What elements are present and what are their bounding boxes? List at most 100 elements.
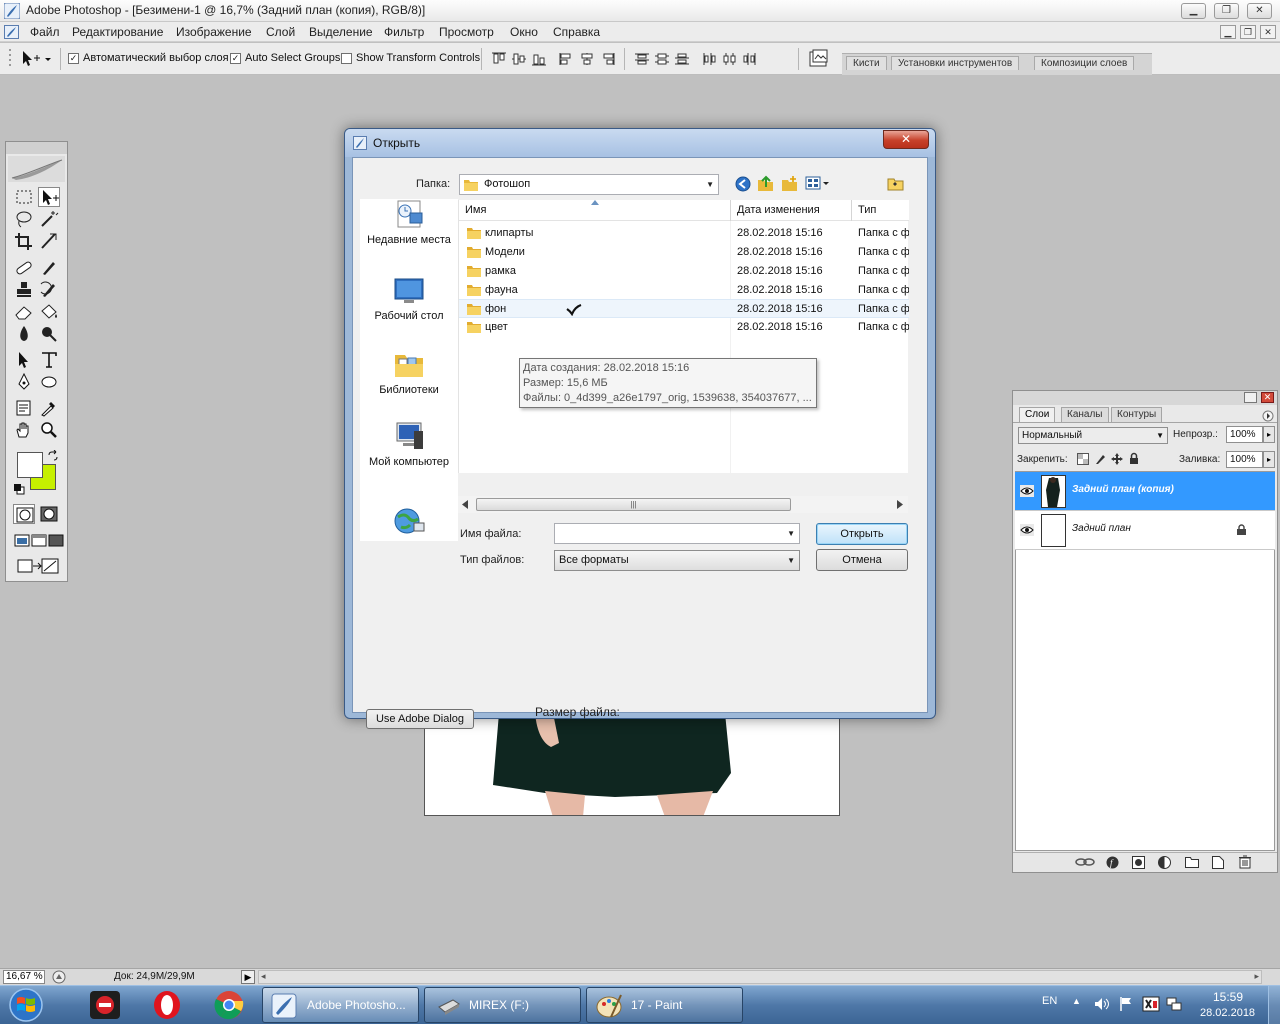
network-icon[interactable]	[1166, 996, 1182, 1012]
doc-close-button[interactable]: ✕	[1260, 25, 1276, 39]
align-bottom-icon[interactable]	[531, 52, 547, 66]
distribute-top-icon[interactable]	[634, 52, 650, 66]
menu-window[interactable]: Окно	[510, 25, 538, 39]
link-layers-icon[interactable]	[1075, 856, 1095, 868]
place-libraries[interactable]: Библиотеки	[360, 349, 458, 397]
align-left-icon[interactable]	[559, 52, 575, 66]
trash-icon[interactable]	[1239, 855, 1251, 869]
new-layer-icon[interactable]	[1212, 856, 1224, 869]
fill-input[interactable]: 100%	[1226, 451, 1263, 468]
menu-help[interactable]: Справка	[553, 25, 600, 39]
status-info-icon[interactable]	[52, 970, 66, 984]
tab-paths[interactable]: Контуры	[1111, 407, 1163, 422]
move-tool-preset-icon[interactable]	[20, 50, 52, 68]
palette-title-bar[interactable]: ✕	[1013, 391, 1277, 405]
notes-tool-icon[interactable]	[13, 398, 35, 418]
list-item[interactable]: цвет 28.02.2018 15:16 Папка с ф	[459, 318, 909, 337]
status-menu-arrow-icon[interactable]: ▶	[241, 970, 255, 984]
opera-icon[interactable]	[151, 989, 183, 1021]
path-selection-tool-icon[interactable]	[13, 350, 35, 370]
distribute-hcenter-icon[interactable]	[722, 52, 738, 66]
menu-layer[interactable]: Слой	[266, 25, 295, 39]
list-item[interactable]: фауна 28.02.2018 15:16 Папка с ф	[459, 281, 909, 300]
menu-file[interactable]: Файл	[30, 25, 60, 39]
file-browser-icon[interactable]	[808, 49, 830, 69]
palette-menu-icon[interactable]	[1262, 410, 1274, 422]
move-tool-icon[interactable]	[38, 187, 60, 207]
view-menu-icon[interactable]	[805, 175, 831, 192]
scroll-right-icon[interactable]	[896, 500, 904, 509]
doc-minimize-button[interactable]: ▁	[1220, 25, 1236, 39]
column-date[interactable]: Дата изменения	[737, 204, 820, 216]
eye-icon[interactable]	[1020, 485, 1034, 497]
clock-date[interactable]: 28.02.2018	[1200, 1007, 1255, 1019]
auto-select-groups-checkbox[interactable]: ✓	[230, 53, 241, 64]
palette-well-tab-tool-presets[interactable]: Установки инструментов	[891, 56, 1020, 70]
screen-mode-full-icon[interactable]	[45, 530, 67, 550]
filetype-select[interactable]: Все форматы ▼	[554, 550, 800, 571]
doc-restore-button[interactable]: ❐	[1240, 25, 1256, 39]
dialog-close-button[interactable]: ✕	[883, 130, 929, 149]
clone-stamp-tool-icon[interactable]	[13, 280, 35, 300]
palette-minimize-button[interactable]	[1244, 392, 1257, 403]
chevron-down-icon[interactable]: ▼	[787, 551, 795, 570]
column-name[interactable]: Имя	[465, 204, 486, 216]
toolbox-title-bar[interactable]	[6, 142, 67, 154]
default-colors-icon[interactable]	[13, 483, 25, 495]
distribute-left-icon[interactable]	[702, 52, 718, 66]
menu-select[interactable]: Выделение	[309, 25, 373, 39]
zoom-tool-icon[interactable]	[38, 420, 60, 440]
brush-tool-icon[interactable]	[38, 258, 60, 278]
new-folder-icon[interactable]	[781, 175, 798, 192]
layer-row-background-copy[interactable]: Задний план (копия)	[1015, 472, 1275, 511]
document-canvas[interactable]	[424, 712, 840, 816]
eyedropper-tool-icon[interactable]	[38, 398, 60, 418]
use-adobe-dialog-button[interactable]: Use Adobe Dialog	[366, 709, 474, 729]
lock-transparent-icon[interactable]	[1077, 453, 1089, 465]
paint-bucket-tool-icon[interactable]	[38, 302, 60, 322]
marquee-tool-icon[interactable]	[13, 187, 35, 207]
tray-expand-icon[interactable]: ▲	[1072, 996, 1081, 1006]
zoom-level-field[interactable]: 16,67 %	[3, 970, 45, 984]
show-transform-checkbox[interactable]	[341, 53, 352, 64]
align-vcenter-icon[interactable]	[511, 52, 527, 66]
place-desktop[interactable]: Рабочий стол	[360, 277, 458, 323]
taskbar-photoshop[interactable]: Adobe Photosho...	[262, 987, 419, 1023]
standard-mode-icon[interactable]	[13, 504, 35, 524]
opacity-slider-arrow-icon[interactable]: ▸	[1263, 426, 1275, 443]
scroll-left-icon[interactable]	[461, 500, 469, 509]
add-mask-icon[interactable]	[1132, 856, 1145, 869]
lock-all-icon[interactable]	[1128, 452, 1140, 465]
tab-layers[interactable]: Слои	[1019, 407, 1056, 422]
place-network[interactable]	[360, 505, 458, 540]
close-button[interactable]: ✕	[1247, 3, 1272, 19]
anydesk-red-app-icon[interactable]	[89, 990, 121, 1020]
palette-well-tab-brushes[interactable]: Кисти	[846, 56, 887, 70]
lock-position-move-icon[interactable]	[1111, 453, 1123, 465]
status-horizontal-scrollbar[interactable]: ◂ ▸	[258, 970, 1262, 984]
back-icon[interactable]	[735, 176, 751, 192]
place-recent[interactable]: Недавние места	[360, 199, 458, 247]
history-brush-tool-icon[interactable]	[38, 280, 60, 300]
distribute-vcenter-icon[interactable]	[654, 52, 670, 66]
cancel-button[interactable]: Отмена	[816, 549, 908, 571]
magic-wand-tool-icon[interactable]	[38, 209, 60, 229]
slice-tool-icon[interactable]	[38, 231, 60, 251]
healing-brush-tool-icon[interactable]	[13, 258, 35, 278]
layer-row-background[interactable]: Задний план	[1015, 511, 1275, 550]
lock-image-brush-icon[interactable]	[1094, 453, 1106, 465]
scroll-right-icon[interactable]: ▸	[1254, 971, 1259, 982]
chevron-down-icon[interactable]: ▼	[787, 524, 795, 543]
distribute-right-icon[interactable]	[742, 52, 758, 66]
list-item[interactable]: клипарты 28.02.2018 15:16 Папка с ф	[459, 224, 909, 243]
menu-view[interactable]: Просмотр	[439, 25, 494, 39]
auto-select-layer-checkbox[interactable]: ✓	[68, 53, 79, 64]
lasso-tool-icon[interactable]	[13, 209, 35, 229]
distribute-bottom-icon[interactable]	[674, 52, 690, 66]
restore-button[interactable]: ❐	[1214, 3, 1239, 19]
minimize-button[interactable]: ▁	[1181, 3, 1206, 19]
list-item-hovered[interactable]: фон 28.02.2018 15:16 Папка с ф	[459, 299, 909, 318]
align-right-icon[interactable]	[599, 52, 615, 66]
column-divider[interactable]	[851, 200, 852, 221]
column-type[interactable]: Тип	[858, 204, 876, 216]
